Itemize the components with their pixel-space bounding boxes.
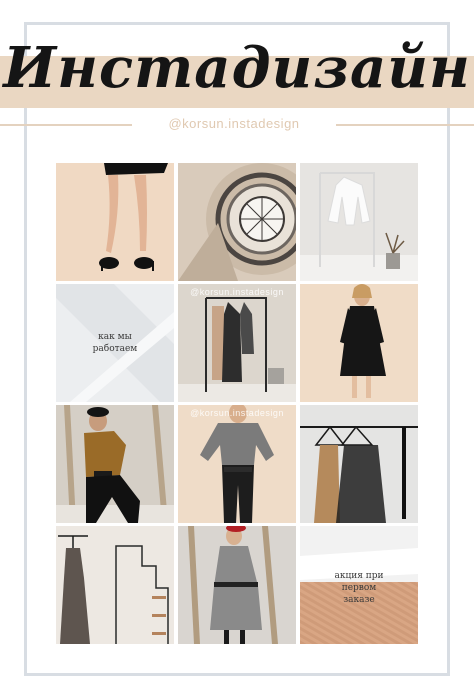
caption-line-2: первом [341,583,377,593]
watermark: @korsun.instadesign [190,408,284,418]
tile-promo[interactable]: акция при первом заказе [300,526,418,644]
grey-coat-image [178,526,296,644]
tile-black-dress[interactable] [300,284,418,402]
caption-line-2: работаем [92,344,138,354]
tile-how-we-work[interactable]: как мы работаем [56,284,174,402]
legs-heels-image [56,163,174,281]
photo-grid: как мы работаем @korsun.instadesign @kor… [56,163,418,644]
watermark: @korsun.instadesign [190,287,284,297]
divider-left [0,124,132,126]
tile-sheer-blouse[interactable] [300,405,418,523]
tile-spiral-staircase[interactable] [178,163,296,281]
promo-caption: акция при первом заказе [300,570,418,606]
black-dress-image [300,284,418,402]
tile-sheer-dress[interactable] [56,526,174,644]
white-blouse-image [300,163,418,281]
tile-grey-sweater[interactable]: @korsun.instadesign [178,405,296,523]
how-we-work-caption: как мы работаем [56,331,174,355]
grey-sweater-image [178,405,296,523]
caption-line-3: заказе [343,595,375,605]
page-title: Инстадизайн [3,35,471,101]
divider-right [336,124,474,126]
tile-white-blouse[interactable] [300,163,418,281]
sheer-dress-image [56,526,174,644]
tile-grey-coat[interactable] [178,526,296,644]
tile-legs-heels[interactable] [56,163,174,281]
instagram-handle[interactable]: @korsun.instadesign [132,114,336,134]
caption-line-1: акция при [334,571,384,581]
spiral-staircase-image [178,163,296,281]
clothes-rack-image [178,284,296,402]
handle-row: @korsun.instadesign [0,114,474,134]
tile-gold-blouse[interactable] [56,405,174,523]
caption-line-1: как мы [98,332,132,342]
tile-clothes-rack[interactable]: @korsun.instadesign [178,284,296,402]
sheer-blouse-image [300,405,418,523]
gold-blouse-image [56,405,174,523]
